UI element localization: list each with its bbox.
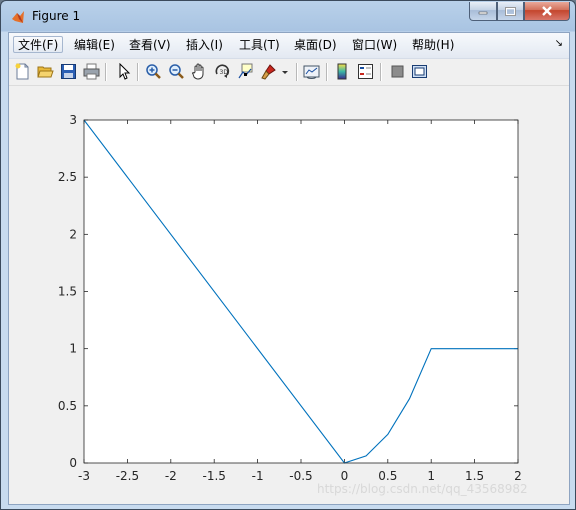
watermark-text: https://blog.csdn.net/qq_43568982 — [317, 482, 528, 496]
y-tick-label: 0 — [69, 456, 77, 470]
x-tick-label: -2.5 — [116, 469, 139, 483]
menu-edit[interactable]: 编辑(E) — [70, 37, 119, 54]
menu-desktop[interactable]: 桌面(D) — [290, 37, 341, 54]
menu-file[interactable]: 文件(F) — [13, 36, 64, 53]
menu-view[interactable]: 查看(V) — [125, 37, 175, 54]
svg-text:3D: 3D — [220, 69, 229, 76]
plot-area[interactable]: -3 -2.5 -2 -1.5 -1 -0.5 0 0.5 1 1.5 2 0 0.5 1 1.5 2 2.5 3 — [9, 86, 569, 504]
link-plot-icon[interactable] — [303, 63, 320, 80]
x-tick-label: 2 — [514, 469, 522, 483]
toolbar-separator — [137, 63, 139, 81]
y-tick-label: 3 — [69, 113, 77, 127]
y-tick-label: 1.5 — [58, 285, 77, 299]
brush-dropdown-icon[interactable] — [281, 63, 289, 80]
axes-background — [84, 120, 518, 463]
data-cursor-icon[interactable] — [237, 63, 254, 80]
edit-plot-arrow-icon[interactable] — [115, 63, 132, 80]
colorbar-icon[interactable] — [334, 63, 351, 80]
menu-help[interactable]: 帮助(H) — [408, 37, 458, 54]
menu-window[interactable]: 窗口(W) — [348, 37, 401, 54]
pan-hand-icon[interactable] — [191, 63, 208, 80]
menu-tools[interactable]: 工具(T) — [235, 37, 284, 54]
save-icon[interactable] — [60, 63, 77, 80]
figure-client-area: 文件(F) 编辑(E) 查看(V) 插入(I) 工具(T) 桌面(D) 窗口(W… — [8, 32, 570, 505]
y-tick-label: 2 — [69, 227, 77, 241]
x-tick-label: -2 — [165, 469, 177, 483]
close-icon — [542, 6, 552, 16]
minimize-icon — [478, 11, 488, 15]
window-title: Figure 1 — [32, 9, 81, 23]
toolbar-separator — [105, 63, 107, 81]
title-bar[interactable]: Figure 1 — [1, 1, 575, 32]
close-button[interactable] — [524, 2, 570, 21]
y-tick-label: 2.5 — [58, 170, 77, 184]
x-tick-label: 1.5 — [465, 469, 484, 483]
open-file-icon[interactable] — [37, 63, 54, 80]
brush-icon[interactable] — [260, 63, 277, 80]
print-icon[interactable] — [83, 63, 100, 80]
toolbar-separator — [296, 63, 298, 81]
x-tick-label: 0 — [341, 469, 349, 483]
minimize-button[interactable] — [469, 2, 497, 21]
y-tick-label: 1 — [69, 342, 77, 356]
matlab-logo-icon — [12, 11, 24, 23]
x-tick-label: -0.5 — [289, 469, 312, 483]
x-tick-label: -1 — [252, 469, 264, 483]
x-tick-label: -1.5 — [202, 469, 225, 483]
hide-plot-tools-icon[interactable] — [389, 63, 406, 80]
x-tick-label: 0.5 — [378, 469, 397, 483]
figure-canvas: -3 -2.5 -2 -1.5 -1 -0.5 0 0.5 1 1.5 2 0 0.5 1 1.5 2 2.5 3 — [9, 86, 569, 504]
zoom-in-icon[interactable] — [145, 63, 162, 80]
y-tick-label: 0.5 — [58, 399, 77, 413]
maximize-button[interactable] — [497, 2, 524, 21]
menu-bar: 文件(F) 编辑(E) 查看(V) 插入(I) 工具(T) 桌面(D) 窗口(W… — [9, 33, 569, 59]
toolbar-separator — [380, 63, 382, 81]
menu-insert[interactable]: 插入(I) — [182, 37, 227, 54]
maximize-icon — [505, 6, 516, 16]
figure-toolbar: 3D — [9, 59, 569, 86]
dock-arrow-icon[interactable]: ↘ — [555, 38, 563, 49]
zoom-out-icon[interactable] — [168, 63, 185, 80]
x-tick-label: -3 — [78, 469, 90, 483]
figure-window: Figure 1 文件(F) 编辑(E) 查看(V) 插入(I) 工具(T) 桌… — [0, 0, 576, 510]
rotate-3d-icon[interactable]: 3D — [214, 63, 231, 80]
x-tick-label: 1 — [427, 469, 435, 483]
legend-icon[interactable] — [357, 63, 374, 80]
show-plot-tools-icon[interactable] — [411, 63, 428, 80]
toolbar-separator — [326, 63, 328, 81]
new-figure-icon[interactable] — [14, 63, 31, 80]
